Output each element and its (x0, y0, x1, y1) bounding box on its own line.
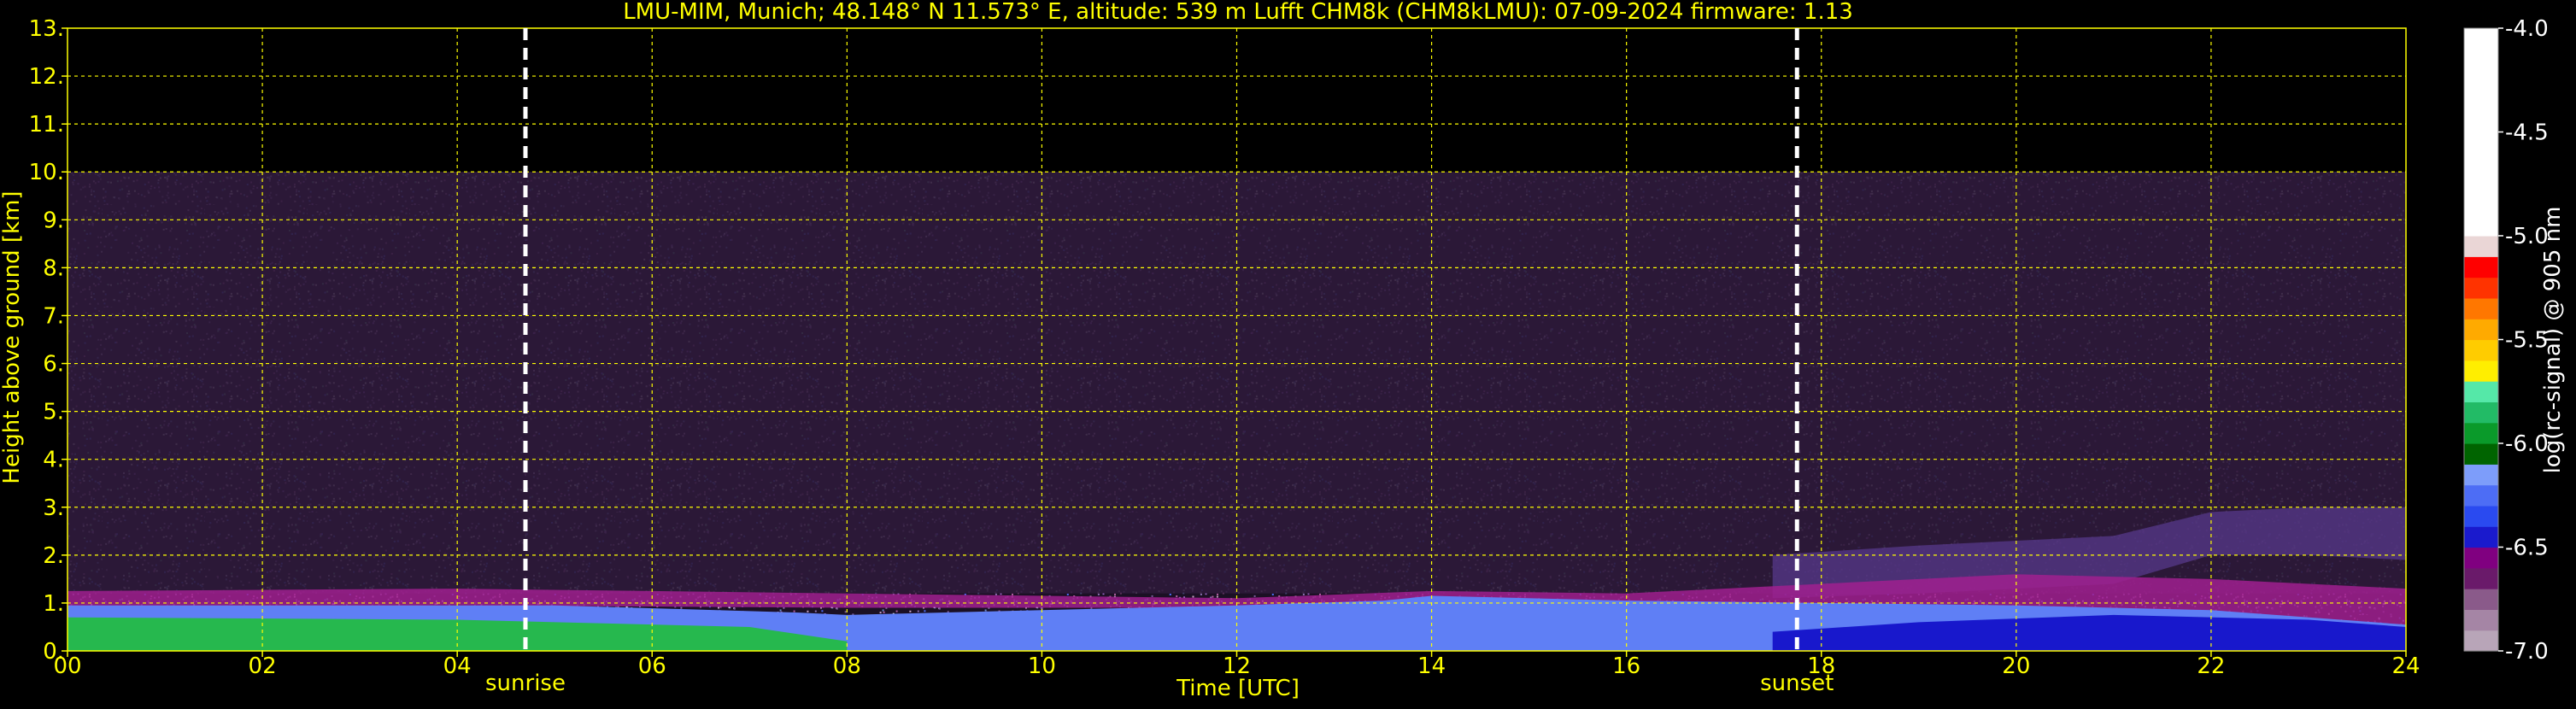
y-tick-label: 4. (43, 448, 64, 473)
colorbar-segment (2464, 589, 2498, 610)
y-axis-ticks: 0. 1. 2. 3. 4. 5. 6. 7. 8. 9. 10. 11. 12. 13. (29, 16, 67, 665)
x-tick-label: 18 (1807, 653, 1835, 679)
colorbar-segment (2464, 484, 2498, 507)
colorbar-segment (2464, 526, 2498, 548)
colorbar-tick-label: -4.5 (2505, 120, 2549, 146)
colorbar-segment (2464, 339, 2498, 361)
x-tick-label: 20 (2002, 653, 2030, 679)
colorbar-segment (2464, 319, 2498, 341)
y-tick-label: 9. (43, 208, 64, 233)
colorbar-segment (2464, 422, 2498, 444)
x-tick-label: 04 (443, 653, 472, 679)
marker-label-sunrise: sunrise (485, 671, 566, 696)
x-tick-label: 14 (1417, 653, 1446, 679)
x-tick-label: 16 (1612, 653, 1640, 679)
colorbar-tick-label: -6.5 (2505, 536, 2549, 561)
colorbar-segment (2464, 277, 2498, 299)
x-axis-label: Time [UTC] (1176, 676, 1300, 701)
x-tick-label: 10 (1028, 653, 1056, 679)
y-tick-label: 7. (43, 303, 64, 329)
y-tick-label: 1. (43, 591, 64, 617)
colorbar-tick-label: -7.0 (2505, 639, 2549, 665)
colorbar-segment (2464, 401, 2498, 424)
y-tick-label: 5. (43, 400, 64, 425)
colorbar-segment (2464, 547, 2498, 569)
y-tick-label: 0. (43, 639, 64, 665)
colorbar-segment (2464, 630, 2498, 652)
ceilometer-chart: LMU-MIM, Munich; 48.148° N 11.573° E, al… (0, 0, 2566, 701)
y-tick-label: 6. (43, 352, 64, 378)
y-tick-label: 13. (29, 16, 64, 42)
y-tick-label: 11. (29, 112, 64, 138)
x-tick-label: 02 (249, 653, 277, 679)
colorbar-segment (2464, 443, 2498, 465)
ceilometer-plot: LMU-MIM, Munich; 48.148° N 11.573° E, al… (0, 0, 2576, 706)
x-tick-label: 08 (833, 653, 861, 679)
colorbar: -4.0-4.5-5.0-5.5-6.0-6.5-7.0 (2463, 16, 2549, 665)
y-tick-label: 3. (43, 495, 64, 521)
y-tick-label: 12. (29, 64, 64, 90)
y-tick-label: 8. (43, 255, 64, 281)
x-tick-label: 22 (2197, 653, 2225, 679)
y-axis-label: Height above ground [km] (0, 190, 25, 483)
colorbar-segment (2464, 236, 2498, 257)
colorbar-segment (2464, 464, 2498, 486)
colorbar-segment (2464, 609, 2498, 631)
y-tick-label: 10. (29, 160, 64, 185)
colorbar-segment (2464, 256, 2498, 278)
colorbar-segment (2464, 567, 2498, 589)
colorbar-segment (2464, 28, 2498, 237)
y-tick-label: 2. (43, 543, 64, 569)
colorbar-segment (2464, 505, 2498, 527)
colorbar-segment (2464, 381, 2498, 402)
colorbar-label: log(rc-signal) @ 905 nm (2540, 207, 2566, 474)
x-tick-label: 06 (638, 653, 666, 679)
chart-title: LMU-MIM, Munich; 48.148° N 11.573° E, al… (623, 0, 1853, 25)
colorbar-segment (2464, 297, 2498, 319)
x-tick-label: 24 (2391, 653, 2420, 679)
colorbar-tick-label: -4.0 (2505, 16, 2549, 42)
colorbar-segment (2464, 360, 2498, 382)
